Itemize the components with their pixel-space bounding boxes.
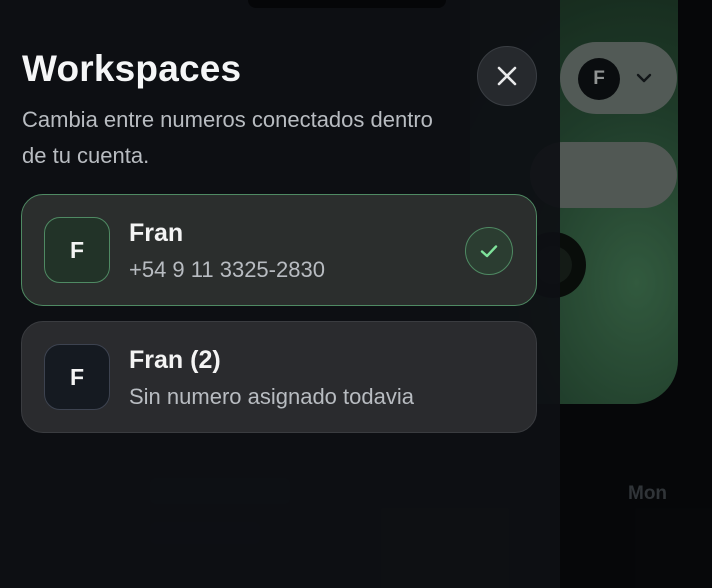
workspace-status: Sin numero asignado todavia [129, 384, 414, 409]
sheet-title: Workspaces [22, 48, 242, 89]
sheet-subtitle: Cambia entre numeros conectados dentro d… [22, 107, 433, 168]
device-notch [248, 0, 446, 8]
close-button[interactable] [477, 46, 537, 106]
workspace-name: Fran (2) [129, 346, 221, 374]
check-icon [480, 245, 498, 258]
selected-check-indicator [465, 227, 513, 275]
workspace-phone-number: +54 9 11 3325-2830 [129, 257, 325, 282]
workspace-avatar: F [44, 344, 110, 410]
workspace-item-fran-2[interactable]: F Fran (2) Sin numero asignado todavia [21, 321, 537, 433]
workspace-avatar: F [44, 217, 110, 283]
workspace-name: Fran [129, 219, 184, 247]
workspace-item-fran[interactable]: F Fran +54 9 11 3325-2830 [21, 194, 537, 306]
workspaces-sheet: Workspaces Cambia entre numeros conectad… [0, 0, 560, 588]
close-icon [497, 66, 517, 86]
